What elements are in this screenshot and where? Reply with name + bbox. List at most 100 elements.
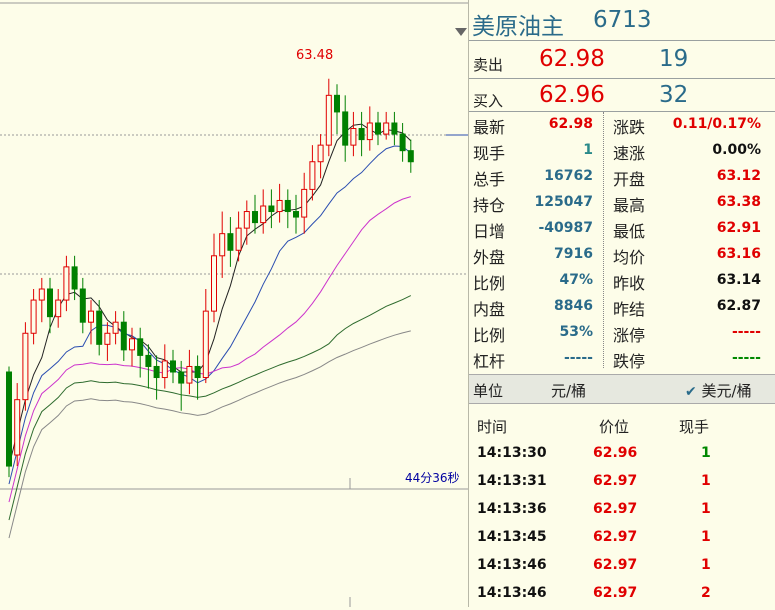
quote-value: 47% [559, 272, 593, 288]
candle-body [137, 338, 144, 356]
quote-value: ----- [731, 350, 761, 366]
unit-option-label: 美元/桶 [701, 382, 752, 400]
quote-value: 62.91 [716, 220, 761, 236]
candle-body [391, 122, 398, 135]
candle-body [55, 299, 62, 318]
candle-body [211, 255, 217, 312]
buy-price: 62.96 [539, 82, 605, 108]
candle-body [383, 122, 390, 135]
sell-qty: 19 [659, 46, 689, 72]
candle-body [235, 227, 242, 251]
tick-qty: 1 [701, 445, 711, 461]
tick-qty: 1 [701, 529, 711, 545]
quote-label: 昨收 [613, 274, 646, 293]
divider [469, 78, 775, 79]
quote-value: 53% [559, 324, 593, 340]
quote-label: 最高 [613, 196, 646, 215]
ticks-time-header: 时间 [477, 418, 508, 436]
buy-label: 买入 [473, 92, 504, 110]
candle-body [350, 128, 357, 146]
tick-time: 14:13:46 [477, 585, 547, 601]
candle-body [268, 205, 275, 213]
kline-svg[interactable] [0, 0, 468, 607]
tick-row[interactable]: 14:13:31 62.97 1 [469, 472, 775, 498]
candle-body [252, 211, 258, 224]
tick-time: 14:13:46 [477, 557, 547, 573]
tick-qty: 1 [701, 473, 711, 489]
quote-value: 63.12 [716, 168, 761, 184]
candle-body [407, 150, 414, 163]
candle-body [120, 321, 127, 351]
tick-time: 14:13:30 [477, 445, 547, 461]
candle-body [112, 321, 119, 334]
candle-body [317, 144, 324, 163]
quote-value: 62.87 [716, 298, 761, 314]
candle-body [334, 94, 340, 113]
quote-label: 跌停 [613, 352, 646, 371]
candle-body [63, 266, 70, 301]
unit-option-usd[interactable]: ✔ 美元/桶 [685, 380, 752, 401]
buy-qty: 32 [659, 82, 689, 108]
quote-label: 日增 [473, 222, 506, 241]
candle-body [71, 266, 78, 290]
candle-body [6, 371, 12, 467]
quote-label: 内盘 [473, 300, 506, 319]
tick-row[interactable]: 14:13:46 62.97 2 [469, 584, 775, 610]
tick-price: 62.96 [593, 445, 638, 461]
quote-label: 现手 [473, 144, 506, 163]
quote-label: 杠杆 [473, 352, 506, 371]
quote-value: 7916 [554, 246, 593, 262]
quote-value: 125047 [534, 194, 593, 210]
instrument-name: 美原油主 [472, 14, 564, 40]
quote-value: 0.11/0.17% [672, 116, 761, 132]
unit-label: 单位 [473, 382, 504, 400]
divider [603, 112, 604, 368]
sell-row[interactable]: 卖出 62.98 19 [469, 42, 775, 80]
quote-label: 最低 [613, 222, 646, 241]
candle-body [47, 288, 53, 318]
candle-body [366, 122, 373, 141]
tick-row[interactable]: 14:13:30 62.96 1 [469, 444, 775, 470]
candle-body [325, 94, 332, 146]
candle-body [227, 233, 234, 251]
candle-body [194, 365, 201, 379]
quote-value: ----- [731, 324, 761, 340]
divider [469, 40, 775, 41]
quote-label: 涨停 [613, 326, 646, 345]
buy-row[interactable]: 买入 62.96 32 [469, 80, 775, 118]
tick-row[interactable]: 14:13:36 62.97 1 [469, 500, 775, 526]
tick-qty: 2 [701, 585, 711, 601]
tick-time: 14:13:31 [477, 473, 547, 489]
candle-body [309, 161, 316, 190]
quote-value: 8846 [554, 298, 593, 314]
unit-value: 元/桶 [551, 382, 587, 400]
candle-body [399, 133, 406, 152]
quote-value: 63.14 [716, 272, 761, 288]
high-price-label: 63.48 [296, 48, 334, 63]
quote-value: 63.38 [716, 194, 761, 210]
candle-body [202, 310, 209, 379]
quote-panel: 美原油主 6713 卖出 62.98 19 买入 62.96 32 最新 62.9… [469, 0, 775, 607]
sell-price: 62.98 [539, 46, 605, 72]
tick-price: 62.97 [593, 501, 638, 517]
candle-body [153, 365, 160, 379]
quote-label: 外盘 [473, 248, 506, 267]
tick-row[interactable]: 14:13:46 62.97 1 [469, 556, 775, 582]
moving-average-line [8, 295, 412, 521]
moving-average-line [8, 145, 412, 485]
tick-price: 62.97 [593, 473, 638, 489]
tick-price: 62.97 [593, 557, 638, 573]
instrument-header[interactable]: 美原油主 6713 [469, 0, 775, 40]
kline-chart[interactable]: 63.48 44分36秒 [0, 0, 469, 607]
candle-body [14, 399, 21, 456]
quote-label: 比例 [473, 274, 506, 293]
candle-body [145, 354, 152, 367]
ticks-qty-header: 现手 [679, 418, 710, 436]
candle-body [96, 310, 103, 345]
quote-value: 62.98 [548, 116, 593, 132]
candle-body [358, 128, 365, 141]
quote-label: 比例 [473, 326, 506, 345]
candle-body [161, 360, 168, 379]
quote-label: 持仓 [473, 196, 506, 215]
tick-row[interactable]: 14:13:45 62.97 1 [469, 528, 775, 554]
